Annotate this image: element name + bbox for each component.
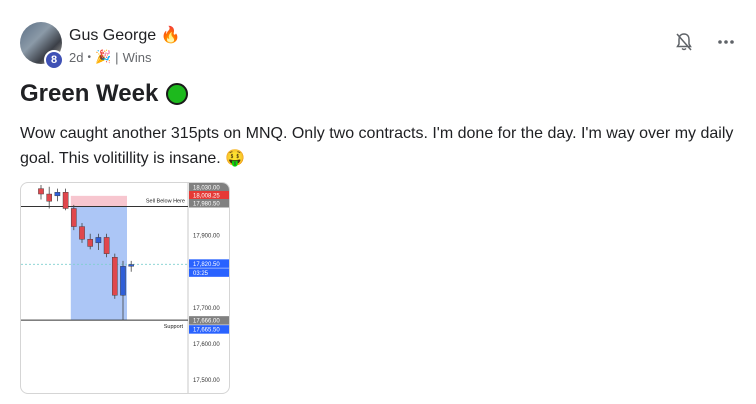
candle-body — [111, 257, 118, 296]
price-tag-label: 03:25 — [193, 271, 209, 277]
author-name[interactable]: Gus George — [69, 27, 156, 44]
y-tick-label: 17,600.00 — [193, 342, 220, 348]
post-title[interactable]: Green Week — [20, 80, 158, 108]
y-tick-label: 17,900.00 — [193, 234, 220, 240]
price-tag-label: 17,820.50 — [193, 262, 220, 268]
post-header: 8 Gus George 🔥 2d • 🎉 | Wins — [20, 22, 736, 70]
level-badge: 8 — [44, 50, 64, 70]
post-title-row: Green Week — [20, 80, 189, 108]
post-time[interactable]: 2d — [69, 50, 83, 65]
candle-body — [103, 237, 110, 254]
bell-off-icon[interactable] — [674, 32, 694, 52]
green-circle-icon — [166, 83, 189, 105]
meta-pipe: | — [115, 49, 119, 65]
meta-separator: • — [87, 51, 91, 63]
candle-body — [128, 264, 134, 267]
party-icon: 🎉 — [94, 49, 112, 64]
price-tag-label: 17,665.50 — [193, 328, 220, 334]
fire-icon: 🔥 — [160, 27, 181, 44]
candle-body — [87, 239, 93, 247]
author-line: Gus George 🔥 — [69, 25, 181, 45]
post-meta: 2d • 🎉 | Wins — [69, 49, 151, 65]
chart-image-thumbnail[interactable]: Sell Below Here Support 17,900.00 17,700.00… — [20, 182, 230, 394]
candle-body — [95, 237, 102, 244]
profit-zone — [70, 206, 127, 321]
post-category[interactable]: Wins — [123, 50, 152, 65]
header-actions — [674, 32, 736, 52]
candle-body — [62, 192, 69, 209]
candlestick-chart: Sell Below Here Support 17,900.00 17,700.00… — [21, 183, 229, 393]
price-tag-label: 17,980.50 — [193, 202, 220, 208]
price-tag-label: 18,008.25 — [193, 194, 220, 200]
more-icon[interactable] — [716, 32, 736, 52]
candle-body — [120, 266, 126, 296]
candle-body — [71, 208, 77, 227]
price-tag-label: 17,666.00 — [193, 319, 220, 325]
candle-body — [38, 188, 44, 195]
annotation-sell-below: Sell Below Here — [146, 199, 185, 205]
price-tag-label: 18,030.00 — [193, 186, 220, 192]
candle-body — [54, 192, 61, 197]
candle-body — [46, 193, 53, 202]
stop-zone — [70, 195, 127, 207]
post-body: Wow caught another 315pts on MNQ. Only t… — [20, 125, 734, 167]
candle-body — [79, 226, 85, 240]
y-tick-label: 17,500.00 — [193, 378, 220, 384]
y-tick-label: 17,700.00 — [193, 306, 220, 312]
annotation-support: Support — [164, 324, 184, 330]
